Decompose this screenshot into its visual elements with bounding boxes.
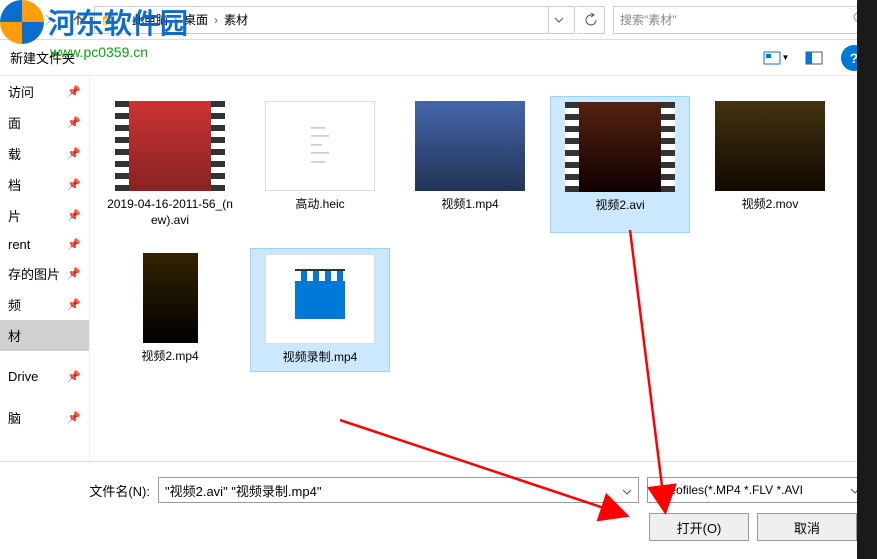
sidebar-item[interactable] [0, 351, 89, 363]
filename-input[interactable]: "视频2.avi" "视频录制.mp4" [158, 477, 639, 503]
sidebar-item[interactable]: 脑📌 [0, 402, 89, 433]
chevron-right-icon: › [214, 13, 218, 27]
open-button[interactable]: 打开(O) [649, 513, 749, 541]
refresh-button[interactable] [577, 6, 605, 34]
sidebar-item[interactable] [0, 390, 89, 402]
file-item[interactable]: 2019-04-16-2011-56_(new).avi [100, 96, 240, 233]
app-background-strip [857, 0, 877, 559]
file-item[interactable]: 视频录制.mp4 [250, 248, 390, 372]
file-grid: 2019-04-16-2011-56_(new).avi ━━━━━━━━━━━━… [90, 76, 877, 461]
file-label: 视频2.mov [705, 197, 835, 213]
file-thumbnail [715, 101, 825, 191]
file-item[interactable]: ━━━━━━━━━━━━━━━━━━━━━ 高动.heic [250, 96, 390, 233]
sidebar-item[interactable]: 频📌 [0, 289, 89, 320]
pin-icon: 📌 [67, 411, 81, 424]
subbar: 新建文件夹 ▼ ? [0, 40, 877, 76]
pin-icon: 📌 [67, 147, 81, 160]
main-area: 访问📌面📌载📌档📌片📌rent📌存的图片📌频📌材 Drive📌 脑📌 2019-04… [0, 76, 877, 461]
filename-label: 文件名(N): [10, 481, 150, 500]
file-thumbnail [565, 102, 675, 192]
new-folder-button[interactable]: 新建文件夹 [10, 51, 75, 66]
file-label: 视频2.mp4 [105, 349, 235, 365]
file-thumbnail [143, 253, 198, 343]
file-item[interactable]: 视频2.mp4 [100, 248, 240, 372]
chevron-right-icon: › [174, 13, 178, 27]
file-thumbnail [115, 101, 225, 191]
search-input[interactable]: 搜索"素材" [613, 6, 873, 34]
nav-back-button[interactable] [4, 6, 32, 34]
sidebar-item[interactable]: 材 [0, 320, 89, 351]
nav-forward-button[interactable] [34, 6, 62, 34]
pin-icon: 📌 [67, 209, 81, 222]
file-item[interactable]: 视频2.mov [700, 96, 840, 233]
breadcrumb[interactable]: 📁 › 此电脑 › 桌面 › 素材 [94, 6, 575, 34]
chevron-right-icon: › [122, 13, 126, 27]
nav-up-button[interactable] [64, 6, 92, 34]
folder-icon: 📁 [101, 13, 116, 27]
toolbar: 📁 › 此电脑 › 桌面 › 素材 搜索"素材" [0, 0, 877, 40]
pin-icon: 📌 [67, 370, 81, 383]
footer: 文件名(N): "视频2.avi" "视频录制.mp4" videofiles(… [0, 461, 877, 551]
file-thumbnail [265, 254, 375, 344]
breadcrumb-dropdown[interactable] [548, 7, 568, 33]
sidebar: 访问📌面📌载📌档📌片📌rent📌存的图片📌频📌材 Drive📌 脑📌 [0, 76, 90, 461]
file-label: 视频录制.mp4 [256, 350, 384, 366]
pin-icon: 📌 [67, 178, 81, 191]
pin-icon: 📌 [67, 238, 81, 251]
sidebar-item[interactable]: Drive📌 [0, 363, 89, 390]
chevron-down-icon[interactable] [622, 483, 632, 498]
sidebar-item[interactable]: 载📌 [0, 138, 89, 169]
pin-icon: 📌 [67, 85, 81, 98]
cancel-button[interactable]: 取消 [757, 513, 857, 541]
breadcrumb-part[interactable]: 桌面 [184, 11, 208, 28]
breadcrumb-part[interactable]: 素材 [224, 11, 248, 28]
file-label: 视频2.avi [556, 198, 684, 214]
file-thumbnail [415, 101, 525, 191]
pin-icon: 📌 [67, 267, 81, 280]
view-details-button[interactable] [797, 45, 831, 71]
file-type-filter[interactable]: videofiles(*.MP4 *.FLV *.AVI [647, 477, 867, 503]
search-placeholder: 搜索"素材" [620, 11, 677, 28]
breadcrumb-part[interactable]: 此电脑 [132, 11, 168, 28]
pin-icon: 📌 [67, 298, 81, 311]
sidebar-item[interactable]: 片📌 [0, 200, 89, 231]
view-thumbnails-button[interactable]: ▼ [759, 45, 793, 71]
sidebar-item[interactable]: 存的图片📌 [0, 258, 89, 289]
sidebar-item[interactable]: 访问📌 [0, 76, 89, 107]
file-item[interactable]: 视频2.avi [550, 96, 690, 233]
sidebar-item[interactable]: 面📌 [0, 107, 89, 138]
file-label: 视频1.mp4 [405, 197, 535, 213]
file-label: 2019-04-16-2011-56_(new).avi [105, 197, 235, 228]
pin-icon: 📌 [67, 116, 81, 129]
file-item[interactable]: 视频1.mp4 [400, 96, 540, 233]
file-thumbnail: ━━━━━━━━━━━━━━━━━━━━━ [265, 101, 375, 191]
sidebar-item[interactable]: rent📌 [0, 231, 89, 258]
file-label: 高动.heic [255, 197, 385, 213]
sidebar-item[interactable]: 档📌 [0, 169, 89, 200]
